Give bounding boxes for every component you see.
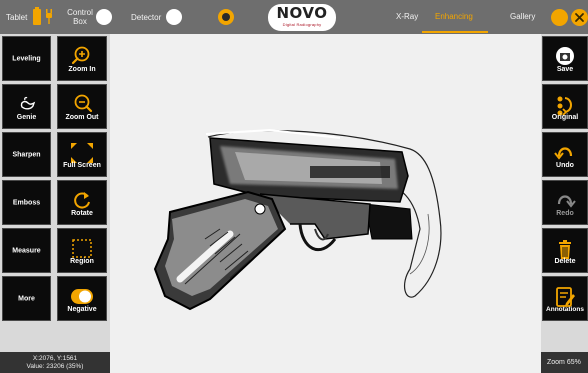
- region-select-icon: [72, 239, 92, 258]
- leveling-label: Leveling: [12, 55, 41, 62]
- undo-icon: [554, 147, 573, 160]
- active-tab-indicator: [422, 31, 488, 33]
- save-icon: [556, 47, 574, 65]
- leveling-button[interactable]: Leveling: [2, 36, 51, 81]
- zoom-in-icon: [71, 46, 90, 65]
- original-label: Original: [551, 114, 579, 121]
- region-label: Region: [70, 258, 94, 265]
- annotations-button[interactable]: Annotations: [542, 276, 588, 321]
- close-icon[interactable]: [571, 9, 588, 26]
- more-button[interactable]: More: [2, 276, 51, 321]
- redo-button[interactable]: Redo: [542, 180, 588, 225]
- xray-image-viewer[interactable]: [110, 34, 541, 373]
- top-bar: Tablet Control Box Detector NOVO Digital…: [0, 0, 588, 34]
- rotate-icon: [74, 192, 90, 209]
- redo-label: Redo: [556, 210, 574, 217]
- original-button[interactable]: Original: [542, 84, 588, 129]
- fullscreen-icon: [71, 143, 93, 163]
- sharpen-label: Sharpen: [12, 151, 41, 158]
- zoom-out-label: Zoom Out: [65, 114, 99, 121]
- negative-toggle-icon: [71, 289, 93, 304]
- tab-gallery[interactable]: Gallery: [510, 12, 535, 21]
- more-label: More: [18, 295, 35, 302]
- genie-label: Genie: [16, 114, 37, 121]
- cursor-coords: X:2076, Y:1561: [32, 355, 78, 362]
- annotations-icon: [556, 287, 575, 307]
- full-screen-button[interactable]: Full Screen: [57, 132, 107, 177]
- zoom-out-icon: [74, 94, 93, 113]
- delete-button[interactable]: Delete: [542, 228, 588, 273]
- cursor-status: X:2076, Y:1561 Value: 23206 (35%): [0, 352, 110, 373]
- right-tool-panel: Save Original Undo Redo Delete Annotatio…: [541, 34, 588, 373]
- undo-label: Undo: [556, 162, 574, 169]
- power-plug-icon: [46, 9, 52, 24]
- region-button[interactable]: Region: [57, 228, 107, 273]
- battery-icon: [33, 7, 41, 25]
- measure-button[interactable]: Measure: [2, 228, 51, 273]
- full-screen-label: Full Screen: [63, 162, 101, 169]
- left-tool-panel: Leveling Genie Sharpen Emboss Measure Mo…: [0, 34, 110, 373]
- settings-icon[interactable]: [551, 9, 568, 26]
- undo-button[interactable]: Undo: [542, 132, 588, 177]
- original-icon: [557, 96, 572, 116]
- tab-enhancing[interactable]: Enhancing: [435, 12, 473, 21]
- detector-toggle[interactable]: [166, 9, 182, 25]
- tablet-label: Tablet: [6, 13, 28, 22]
- genie-lamp-icon: [20, 97, 35, 110]
- sharpen-button[interactable]: Sharpen: [2, 132, 51, 177]
- rotate-label: Rotate: [71, 210, 93, 217]
- logo-subtext: Digital Radiography: [282, 22, 322, 27]
- save-button[interactable]: Save: [542, 36, 588, 81]
- rotate-button[interactable]: Rotate: [57, 180, 107, 225]
- save-label: Save: [556, 66, 574, 73]
- zoom-in-label: Zoom In: [68, 66, 96, 73]
- negative-label: Negative: [67, 306, 97, 313]
- measure-label: Measure: [12, 247, 41, 254]
- zoom-out-button[interactable]: Zoom Out: [57, 84, 107, 129]
- control-box-toggle[interactable]: [96, 9, 112, 25]
- detector-label: Detector: [131, 13, 162, 22]
- emboss-label: Emboss: [12, 199, 41, 206]
- trash-icon: [559, 240, 571, 259]
- novo-logo: NOVO Digital Radiography: [268, 4, 336, 31]
- redo-icon: [557, 195, 576, 208]
- zoom-level: Zoom 65%: [541, 352, 588, 373]
- delete-label: Delete: [554, 258, 576, 265]
- control-box-label: Control Box: [67, 8, 93, 26]
- logo-text: NOVO: [276, 4, 328, 22]
- xray-pistol-image: [153, 128, 442, 311]
- pixel-value: Value: 23206 (35%): [26, 363, 84, 370]
- emboss-button[interactable]: Emboss: [2, 180, 51, 225]
- camera-icon[interactable]: [218, 9, 234, 25]
- zoom-in-button[interactable]: Zoom In: [57, 36, 107, 81]
- genie-button[interactable]: Genie: [2, 84, 51, 129]
- tab-xray[interactable]: X-Ray: [396, 12, 418, 21]
- annotations-label: Annotations: [546, 306, 584, 313]
- negative-button[interactable]: Negative: [57, 276, 107, 321]
